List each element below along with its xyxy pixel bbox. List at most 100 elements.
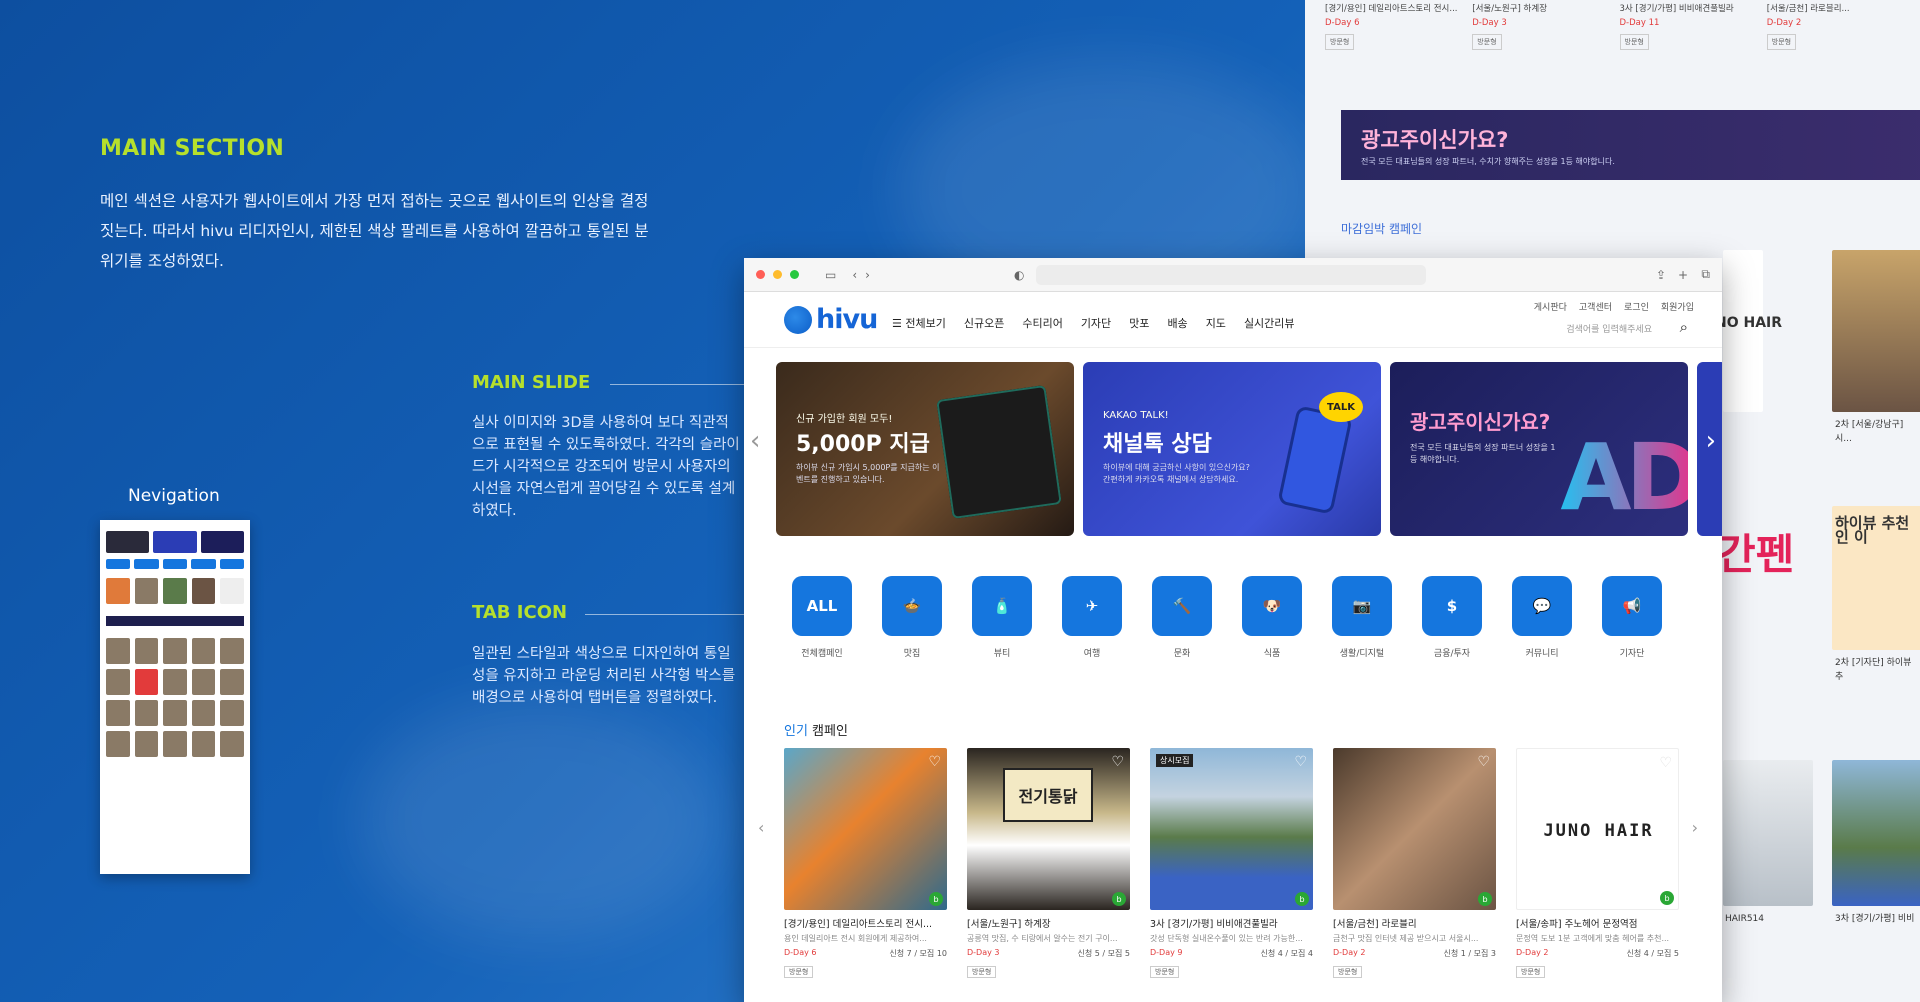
tab-travel[interactable]: ✈ 여행 [1062, 576, 1122, 659]
bg-side-item: NO HAIR [1715, 315, 1783, 331]
campaign-info: 문정역 도보 1분 고객에게 맞춤 헤어를 추천... [1516, 934, 1670, 943]
tab-all[interactable]: ALL 전체캠페인 [792, 576, 852, 659]
tab-label: 식품 [1263, 649, 1281, 659]
campaign-card[interactable]: ♡ b [서울/금천] 라로블리 금천구 맛집 인터넷 제공 받으시고 서울시..… [1333, 748, 1496, 978]
campaign-dday: D-Day 9 [1150, 948, 1183, 957]
main-slider: 신규 가입한 회원 모두! 5,000P 지급 하이뷰 신규 가입시 5,000… [776, 362, 1722, 536]
campaign-card[interactable]: ♡ b [경기/용인] 데일리아트스토리 전시... 용인 데일리아트 전시 회원… [784, 748, 947, 978]
logo-text: hivu [816, 304, 878, 335]
slide-kakao-chat[interactable]: TALK KAKAO TALK! 채널톡 상담 하이뷰에 대해 궁금하신 사항이… [1083, 362, 1381, 536]
tab-label: 여행 [1083, 649, 1101, 659]
utility-links: 게시판다 고객센터 로그인 회원가입 [1534, 300, 1694, 313]
main-section-text: 메인 섹션은 사용자가 웹사이트에서 가장 먼저 접하는 곳으로 웹사이트의 인… [100, 192, 649, 270]
all-icon: ALL [792, 576, 852, 636]
cards-prev-icon[interactable]: ‹ [758, 818, 764, 837]
tab-label: 커뮤니티 [1525, 649, 1559, 659]
heart-icon[interactable]: ♡ [1294, 754, 1307, 770]
util-login-link[interactable]: 로그인 [1624, 300, 1649, 313]
bg-card-image [1832, 250, 1920, 412]
util-support-link[interactable]: 고객센터 [1579, 300, 1612, 313]
slide-signup-bonus[interactable]: 신규 가입한 회원 모두! 5,000P 지급 하이뷰 신규 가입시 5,000… [776, 362, 1074, 536]
heart-icon[interactable]: ♡ [1111, 754, 1124, 770]
bg-ad-banner: 광고주이신가요? 전국 모든 대표님들의 성장 파트너, 수치가 향해주는 성장… [1341, 110, 1920, 180]
juno-hair-logo: JUNO HAIR [1543, 821, 1654, 841]
talk-badge: TALK [1319, 392, 1363, 422]
always-recruiting-badge: 상시모집 [1156, 754, 1194, 767]
sidebar-toggle-icon[interactable]: ▭ [825, 268, 836, 282]
bg-ad-subtitle: 전국 모든 대표님들의 성장 파트너, 수치가 향해주는 성장을 1등 해야합니… [1361, 157, 1615, 166]
blog-badge-icon: b [1660, 891, 1674, 905]
tab-label: 맛집 [903, 649, 921, 659]
campaign-card[interactable]: JUNO HAIR ♡ b [서울/송파] 주노헤어 문정역점 문정역 도보 1분 … [1516, 748, 1679, 978]
tab-digital[interactable]: 📷 생활/디지털 [1332, 576, 1392, 659]
campaign-card[interactable]: 상시모집 ♡ b 3사 [경기/가평] 비비애견풀빌라 갓성 단독형 실내온수풀이 … [1150, 748, 1313, 978]
new-tab-icon[interactable]: + [1678, 268, 1688, 282]
campaign-card[interactable]: 전기통닭 ♡ b [서울/노원구] 하계장 공릉역 맛집, 수 티랑에서 알수는 전… [967, 748, 1130, 978]
main-slide-connector [610, 384, 744, 385]
util-signup-link[interactable]: 회원가입 [1661, 300, 1694, 313]
menu-item-interior[interactable]: 수티리어 [1022, 315, 1062, 331]
campaign-image: JUNO HAIR ♡ b [1516, 748, 1679, 910]
camera-icon: 📷 [1332, 576, 1392, 636]
menu-item-food[interactable]: 맛포 [1129, 315, 1149, 331]
heart-icon[interactable]: ♡ [1659, 755, 1672, 771]
tab-icon-title: TAB ICON [472, 602, 568, 623]
campaign-image: ♡ b [1333, 748, 1496, 910]
campaign-type-tag: 방문형 [784, 966, 814, 978]
pet-icon: 🐶 [1242, 576, 1302, 636]
tab-culture[interactable]: 🔨 문화 [1152, 576, 1212, 659]
blog-badge-icon: b [1112, 892, 1126, 906]
campaign-info: 공릉역 맛집, 수 티랑에서 알수는 전기 구이... [967, 934, 1118, 943]
heart-icon[interactable]: ♡ [928, 754, 941, 770]
search-input[interactable]: 검색어를 입력해주세요 [1566, 322, 1652, 335]
address-bar[interactable] [1036, 265, 1426, 285]
tabs-overview-icon[interactable]: ⧉ [1701, 267, 1710, 282]
blog-badge-icon: b [929, 892, 943, 906]
menu-item-all[interactable]: ☰ 전체보기 [892, 315, 946, 331]
slide-description: 하이뷰에 대해 궁금하신 사항이 있으신가요? 간편하게 카카오톡 채널에서 상… [1103, 463, 1250, 484]
title-rest: 캠페인 [807, 724, 848, 739]
menu-item-map[interactable]: 지도 [1206, 315, 1226, 331]
slide-headline: 5,000P 지급 [796, 432, 930, 457]
maximize-dot-icon[interactable] [790, 270, 799, 279]
bg-item-name: [서울/노원구] 하계장 [1472, 4, 1548, 14]
site-header: hivu ☰ 전체보기 신규오픈 수티리어 기자단 맛포 배송 지도 실시간리뷰… [744, 292, 1722, 348]
back-icon[interactable]: ‹ [852, 268, 857, 282]
tab-restaurant[interactable]: 🍲 맛집 [882, 576, 942, 659]
slide-small-text: KAKAO TALK! [1103, 410, 1169, 421]
slide-advertiser[interactable]: AD 광고주이신가요? 전국 모든 대표님들의 성장 파트너 성장을 1등 해야… [1390, 362, 1688, 536]
bg-side-item: 하이뷰 추천인 이 [1835, 514, 1910, 546]
util-board-link[interactable]: 게시판다 [1534, 300, 1567, 313]
gift-box-image [936, 384, 1062, 520]
search-icon[interactable]: ⌕ [1680, 318, 1688, 336]
bg-side-item: 2차 [기자단] 하이뷰 추 [1835, 658, 1912, 682]
tab-label: 기자단 [1619, 649, 1645, 659]
menu-item-reporters[interactable]: 기자단 [1081, 315, 1111, 331]
cards-next-icon[interactable]: › [1692, 818, 1698, 837]
campaign-list: ♡ b [경기/용인] 데일리아트스토리 전시... 용인 데일리아트 전시 회원… [784, 748, 1679, 978]
menu-item-delivery[interactable]: 배송 [1167, 315, 1187, 331]
tab-food[interactable]: 🐶 식품 [1242, 576, 1302, 659]
slide-prev-icon[interactable]: ‹ [750, 426, 760, 456]
heart-icon[interactable]: ♡ [1477, 754, 1490, 770]
minimize-dot-icon[interactable] [773, 270, 782, 279]
site-logo[interactable]: hivu [784, 304, 878, 335]
slide-description: 전국 모든 대표님들의 성장 파트너 성장을 1등 해야합니다. [1410, 443, 1556, 464]
cosmetics-icon: 🧴 [972, 576, 1032, 636]
tab-beauty[interactable]: 🧴 뷰티 [972, 576, 1032, 659]
slide-next-icon[interactable]: › [1706, 426, 1716, 456]
tab-label: 금융/투자 [1433, 649, 1471, 659]
campaign-info: 용인 데일리아트 전시 회원에게 제공하여... [784, 934, 927, 943]
bg-item-dday: D-Day 2 [1766, 18, 1802, 28]
forward-icon[interactable]: › [865, 268, 870, 282]
slide-description: 하이뷰 신규 가입시 5,000P를 지급하는 이벤트를 진행하고 있습니다. [796, 463, 940, 484]
bg-card-image [1723, 760, 1813, 906]
tab-finance[interactable]: $ 금융/투자 [1422, 576, 1482, 659]
tab-community[interactable]: 💬 커뮤니티 [1512, 576, 1572, 659]
menu-item-live-review[interactable]: 실시간리뷰 [1244, 315, 1295, 331]
menu-item-new[interactable]: 신규오픈 [964, 315, 1004, 331]
close-dot-icon[interactable] [756, 270, 765, 279]
campaign-name: [경기/용인] 데일리아트스토리 전시... [784, 919, 933, 930]
tab-reporters[interactable]: 📢 기자단 [1602, 576, 1662, 659]
share-icon[interactable]: ⇪ [1656, 268, 1666, 282]
